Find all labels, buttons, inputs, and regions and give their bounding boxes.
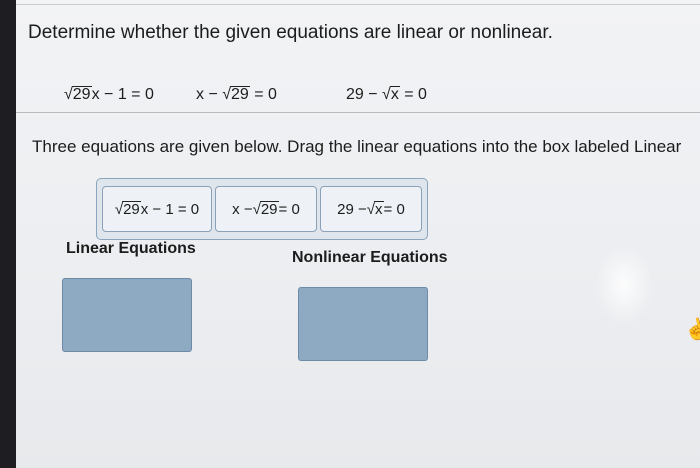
linear-drop-zone[interactable] — [62, 278, 192, 352]
draggable-tile-2[interactable]: x − √ 29 = 0 — [215, 186, 317, 232]
top-divider — [16, 4, 700, 5]
question-2-text: Three equations are given below. Drag th… — [32, 137, 682, 156]
question-panel: Determine whether the given equations ar… — [16, 0, 700, 468]
nonlinear-drop-zone[interactable] — [298, 287, 428, 361]
draggable-tile-3[interactable]: 29 − √ x = 0 — [320, 186, 422, 232]
linear-equations-label: Linear Equations — [66, 240, 196, 257]
equation-3: 29 − √x = 0 — [346, 86, 427, 103]
screen-glare — [594, 245, 654, 325]
pointer-cursor-icon: ☝ — [681, 316, 700, 344]
draggable-tile-1[interactable]: √ 29 x − 1 = 0 — [102, 186, 212, 232]
equation-2: x − √29 = 0 — [196, 86, 277, 103]
nonlinear-equations-label: Nonlinear Equations — [292, 249, 448, 266]
equation-1: √29x − 1 = 0 — [64, 86, 154, 103]
section-divider — [16, 112, 700, 113]
question-1-text: Determine whether the given equations ar… — [28, 22, 553, 43]
